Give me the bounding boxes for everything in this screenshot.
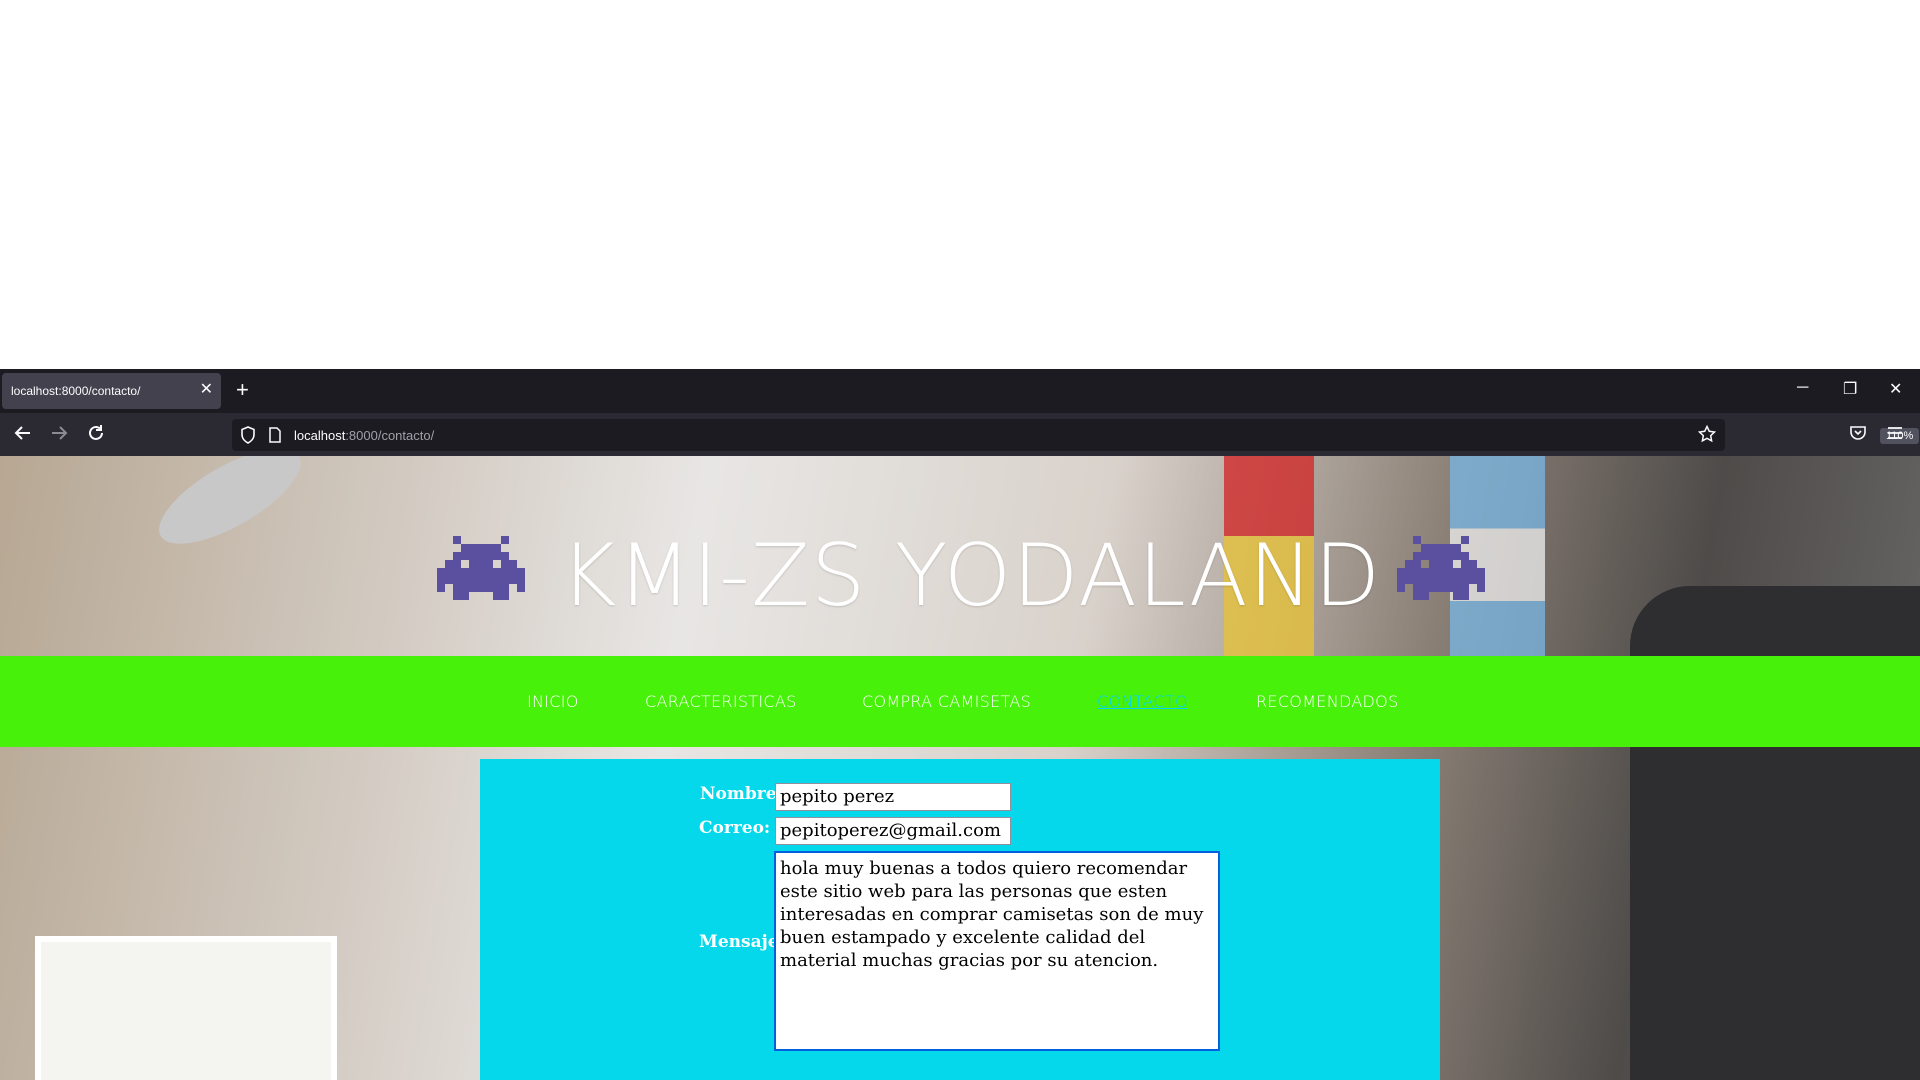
blank-area-above-browser [0,0,1920,369]
space-invader-icon [1396,536,1486,616]
address-bar[interactable]: localhost:8000/contacto/ 110% [232,419,1920,451]
photo-frame [35,936,337,1080]
tab-title: localhost:8000/contacto/ [11,384,141,398]
correo-label: Correo: [699,818,771,838]
browser-window: localhost:8000/contacto/ ✕ + ─ ❐ ✕ local… [0,369,1920,1080]
menu-item-caracteristicas[interactable]: CARACTERISTICAS [645,692,797,711]
tab-bar: localhost:8000/contacto/ ✕ + ─ ❐ ✕ [0,369,1920,413]
tab-close-icon[interactable]: ✕ [200,379,213,399]
browser-tab[interactable]: localhost:8000/contacto/ ✕ [2,373,221,409]
reload-icon[interactable] [87,424,105,446]
navigation-toolbar: localhost:8000/contacto/ 110% [0,413,1920,457]
main-menu: INICIO CARACTERISTICAS COMPRA CAMISETAS … [0,656,1920,747]
page-viewport: KMI-ZS YODALAND INICIO CARACTERISTICAS C… [0,456,1920,1080]
menu-item-contacto[interactable]: CONTACTO [1097,692,1188,711]
minimize-icon[interactable]: ─ [1797,379,1808,397]
bookmark-star-icon[interactable] [1697,424,1717,448]
site-title: KMI-ZS YODALAND [560,526,1382,626]
menu-item-inicio[interactable]: INICIO [527,692,579,711]
url-text[interactable]: localhost:8000/contacto/ [294,428,434,443]
space-invader-icon [436,536,526,616]
url-path: :8000/contacto/ [345,428,435,443]
mensaje-textarea[interactable]: hola muy buenas a todos quiero recomenda… [774,851,1220,1051]
back-icon[interactable] [14,424,32,446]
contact-form-panel: Nombre: pepito perez Correo: pepitoperez… [480,759,1440,1080]
mensaje-label: Mensaje: [699,932,785,952]
nombre-input[interactable]: pepito perez [775,783,1011,811]
restore-icon[interactable]: ❐ [1843,379,1857,399]
photo-lamp [145,456,315,562]
shield-icon[interactable] [240,426,256,449]
page-icon[interactable] [268,427,282,448]
menu-hamburger-icon[interactable] [1886,424,1904,446]
url-host: localhost [294,428,346,443]
nombre-label: Nombre: [700,784,783,804]
new-tab-button[interactable]: + [236,375,249,405]
menu-item-recomendados[interactable]: RECOMENDADOS [1256,692,1399,711]
close-window-icon[interactable]: ✕ [1889,379,1902,399]
correo-input[interactable]: pepitoperez@gmail.com [775,817,1011,845]
forward-icon[interactable] [50,424,68,446]
pocket-icon[interactable] [1849,424,1867,446]
menu-item-compra-camisetas[interactable]: COMPRA CAMISETAS [862,692,1031,711]
